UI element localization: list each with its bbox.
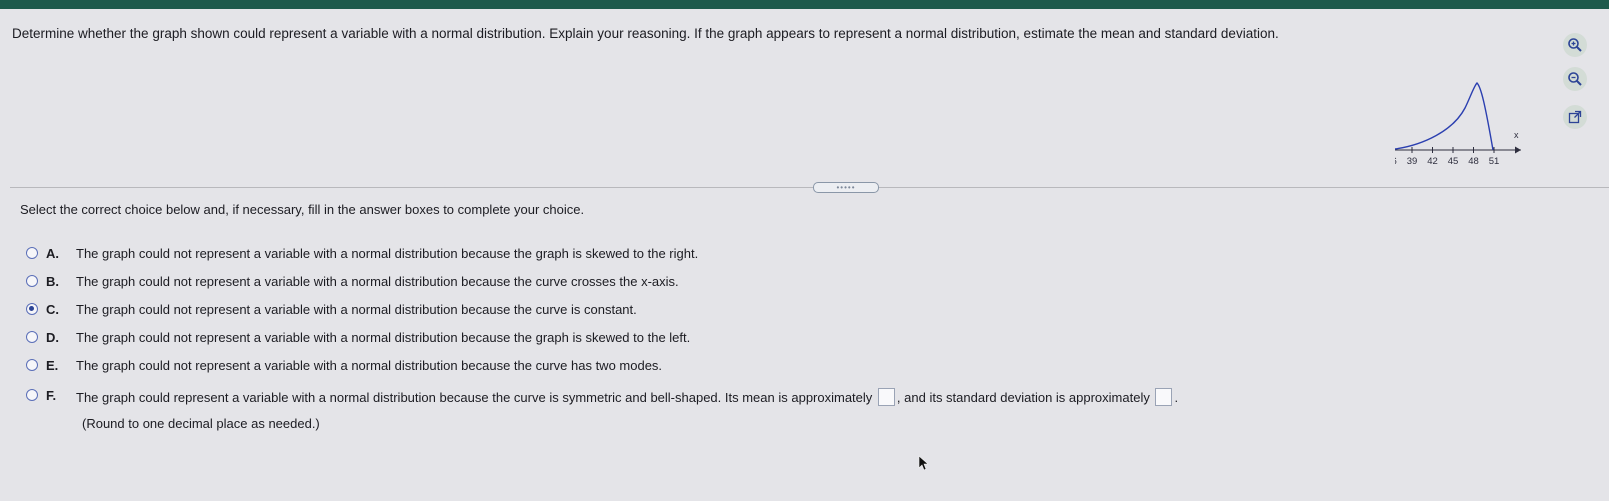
mean-answer-box[interactable] — [877, 388, 895, 406]
distribution-graph: x 33363942454851 — [1395, 82, 1521, 167]
choice-text-part: . — [1174, 390, 1179, 405]
std-answer-box[interactable] — [1155, 388, 1173, 406]
choice-text-part: , and its standard deviation is approxim… — [896, 390, 1150, 405]
x-axis-tick-label: 45 — [1448, 156, 1459, 167]
resize-handle[interactable]: ••••• — [813, 182, 879, 193]
choice-letter: C. — [46, 302, 59, 317]
choice-text: The graph could not represent a variable… — [76, 274, 679, 289]
radio-b[interactable] — [26, 275, 38, 287]
choice-text: The graph could represent a variable wit… — [76, 388, 1178, 406]
question-text: Determine whether the graph shown could … — [12, 26, 1279, 41]
choice-letter: E. — [46, 358, 59, 373]
choice-text: The graph could not represent a variable… — [76, 246, 699, 261]
radio-f[interactable] — [26, 389, 38, 401]
choice-letter: B. — [46, 274, 59, 289]
zoom-in-button[interactable] — [1563, 33, 1587, 57]
x-axis-tick-label: 36 — [1395, 156, 1397, 167]
mouse-cursor-icon — [918, 455, 929, 471]
popout-button[interactable] — [1563, 105, 1587, 129]
choice-letter: A. — [46, 246, 59, 261]
section-divider — [10, 187, 1609, 188]
x-axis-label: x — [1514, 130, 1519, 140]
distribution-curve — [1395, 82, 1494, 151]
choice-text: The graph could not represent a variable… — [76, 330, 691, 345]
radio-c[interactable] — [26, 303, 38, 315]
x-axis-tick-label: 39 — [1407, 156, 1418, 167]
zoom-out-icon — [1568, 72, 1582, 86]
x-axis-arrow — [1515, 146, 1521, 154]
radio-d[interactable] — [26, 331, 38, 343]
radio-a[interactable] — [26, 247, 38, 259]
popout-icon — [1568, 110, 1582, 124]
choice-text: The graph could not represent a variable… — [76, 302, 637, 317]
instruction-text: Select the correct choice below and, if … — [20, 202, 585, 217]
zoom-out-button[interactable] — [1563, 67, 1587, 91]
zoom-in-icon — [1568, 38, 1582, 52]
choice-letter: F. — [46, 388, 57, 403]
x-axis-tick-label: 48 — [1468, 156, 1479, 167]
x-axis-tick-label: 42 — [1427, 156, 1438, 167]
radio-e[interactable] — [26, 359, 38, 371]
choice-letter: D. — [46, 330, 59, 345]
rounding-note: (Round to one decimal place as needed.) — [82, 416, 320, 431]
choice-text: The graph could not represent a variable… — [76, 358, 663, 373]
choice-text-part: The graph could represent a variable wit… — [76, 390, 873, 405]
top-bar — [0, 0, 1609, 9]
x-axis-tick-label: 51 — [1489, 156, 1500, 167]
